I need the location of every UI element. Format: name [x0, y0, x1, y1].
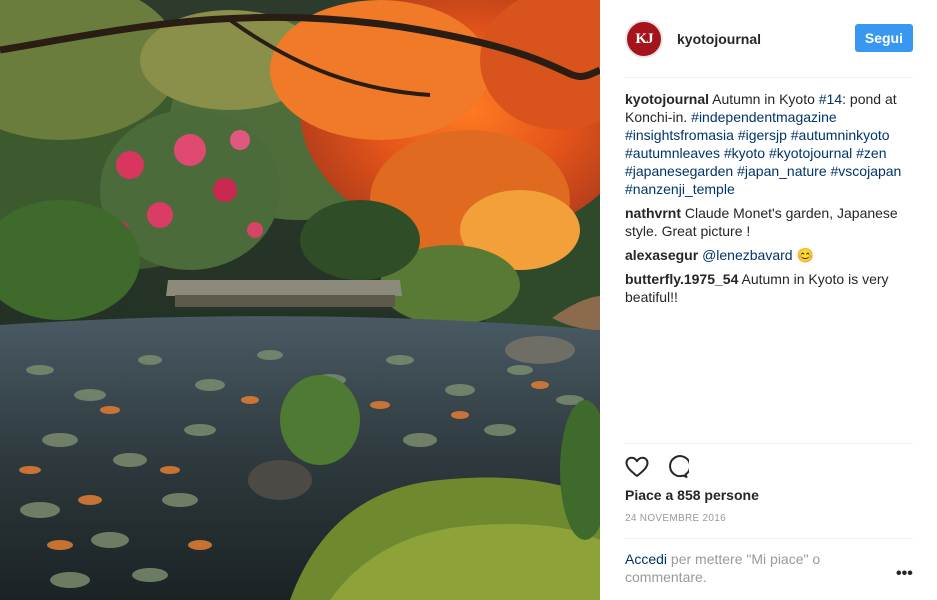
avatar[interactable]: KJ	[625, 20, 663, 58]
hashtag-link[interactable]: #14	[819, 91, 842, 107]
comment-item: alexasegur @lenezbavard 😊	[625, 246, 915, 264]
post-sidebar: KJ kyotojournal Segui kyotojournal Autum…	[600, 0, 937, 600]
divider	[625, 443, 913, 444]
more-icon[interactable]: •••	[896, 566, 913, 582]
login-prompt: Accedi per mettere "Mi piace" o commenta…	[625, 550, 865, 586]
divider	[625, 77, 913, 78]
comments-list: kyotojournal Autumn in Kyoto #14: pond a…	[625, 90, 915, 312]
heart-icon[interactable]	[625, 455, 649, 481]
garden-pond-photo	[0, 0, 600, 600]
comment-username[interactable]: alexasegur	[625, 247, 698, 263]
avatar-initials: KJ	[635, 30, 653, 47]
post-date: 24 NOVEMBRE 2016	[625, 513, 726, 524]
comment-username[interactable]: butterfly.1975_54	[625, 271, 738, 287]
action-bar	[625, 455, 689, 481]
login-link[interactable]: Accedi	[625, 551, 667, 567]
post-photo[interactable]	[0, 0, 600, 600]
caption-username[interactable]: kyotojournal	[625, 91, 709, 107]
smiley-emoji: 😊	[796, 247, 814, 263]
follow-button[interactable]: Segui	[854, 24, 913, 52]
comment-icon[interactable]	[665, 455, 689, 481]
comment-item: butterfly.1975_54 Autumn in Kyoto is ver…	[625, 270, 915, 306]
divider	[625, 538, 913, 539]
likes-count[interactable]: Piace a 858 persone	[625, 487, 759, 503]
caption: kyotojournal Autumn in Kyoto #14: pond a…	[625, 90, 915, 198]
comment-username[interactable]: nathvrnt	[625, 205, 681, 221]
author-username[interactable]: kyotojournal	[677, 31, 761, 47]
post-header: KJ kyotojournal Segui	[625, 17, 913, 61]
mention-link[interactable]: @lenezbavard	[702, 247, 793, 263]
caption-text: Autumn in Kyoto	[712, 91, 819, 107]
comment-item: nathvrnt Claude Monet's garden, Japanese…	[625, 204, 915, 240]
